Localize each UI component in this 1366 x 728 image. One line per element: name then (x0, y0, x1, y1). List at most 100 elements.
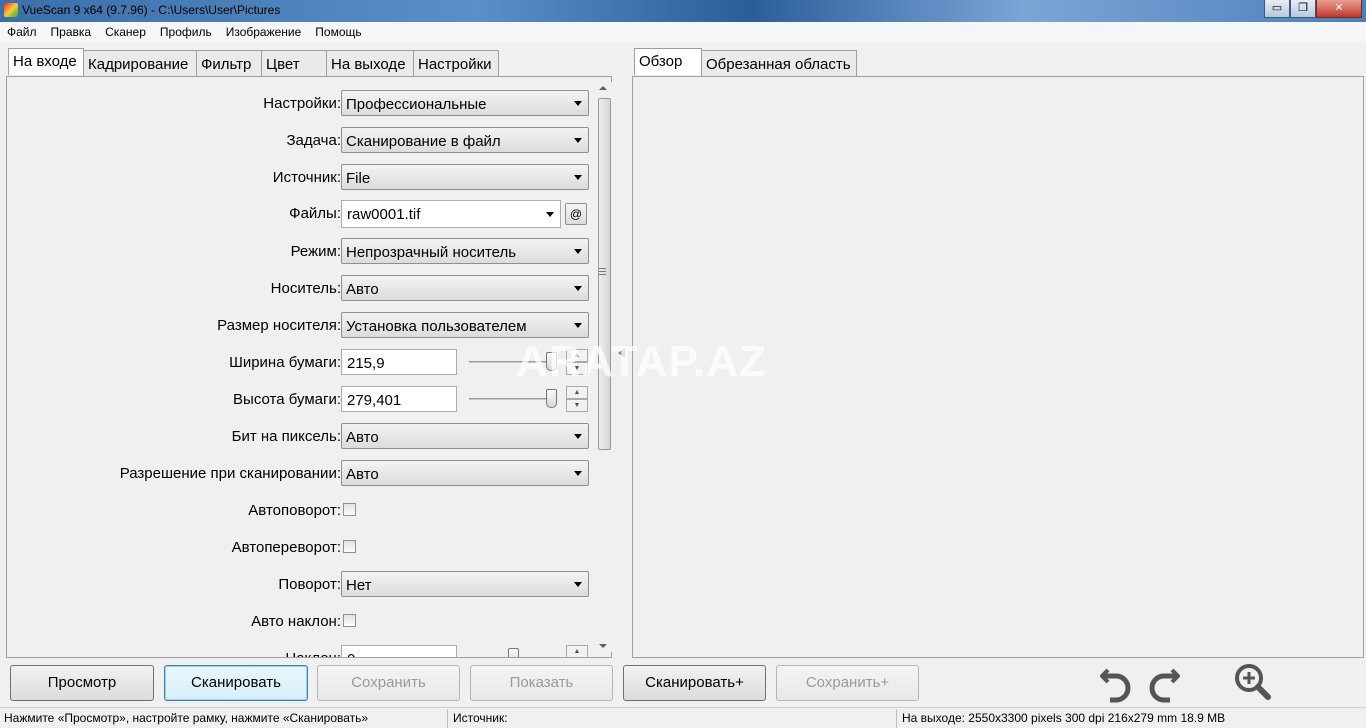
skew-label: Наклон: (285, 650, 341, 657)
slider-track (469, 657, 557, 658)
scan-button[interactable]: Сканировать (164, 665, 308, 701)
status-hint: Нажмите «Просмотр», настройте рамку, наж… (4, 711, 369, 725)
right-tab-bar: Обзор Обрезанная область (634, 48, 857, 76)
rotation-label: Поворот: (278, 576, 341, 593)
rotate-right-icon[interactable] (1142, 660, 1186, 704)
row-files: Файлы: raw0001.tif @ (7, 200, 597, 228)
left-tab-bar: На входе Кадрирование Фильтр Цвет На вых… (8, 48, 499, 76)
menu-file[interactable]: Файл (0, 22, 44, 42)
dropdown-arrow-icon (574, 175, 582, 180)
media-label: Носитель: (270, 280, 341, 297)
settings-select[interactable]: Профессиональные (341, 90, 589, 116)
resolution-select[interactable]: Авто (341, 460, 589, 486)
save-plus-button[interactable]: Сохранить+ (776, 665, 919, 701)
watermark: ARATAP.AZ (516, 337, 767, 386)
dropdown-arrow-icon (574, 138, 582, 143)
tab-prefs[interactable]: Настройки (413, 50, 499, 76)
tab-cropped-area[interactable]: Обрезанная область (701, 50, 857, 76)
media-size-value: Установка пользователем (346, 318, 527, 335)
files-value: raw0001.tif (347, 206, 421, 223)
bits-value: Авто (346, 429, 379, 446)
skew-spinner[interactable]: ▲▼ (566, 645, 588, 657)
paper-width-label: Ширина бумаги: (229, 354, 341, 371)
rotation-select[interactable]: Нет (341, 571, 589, 597)
row-settings: Настройки: Профессиональные (7, 90, 597, 116)
auto-skew-checkbox[interactable] (343, 614, 356, 627)
scroll-up-icon[interactable] (599, 86, 607, 90)
menu-edit[interactable]: Правка (44, 22, 99, 42)
paper-height-field[interactable]: 279,401 (341, 386, 457, 412)
app-icon (4, 3, 18, 17)
row-auto-skew: Авто наклон: (7, 608, 597, 634)
dropdown-arrow-icon (574, 582, 582, 587)
dropdown-arrow-icon (574, 249, 582, 254)
title-bar: VueScan 9 x64 (9.7.96) - C:\Users\User\P… (0, 0, 1366, 22)
status-output: На выходе: 2550x3300 pixels 300 dpi 216x… (902, 711, 1226, 725)
slider-thumb[interactable] (546, 389, 557, 408)
menu-help[interactable]: Помощь (308, 22, 368, 42)
mode-value: Непрозрачный носитель (346, 244, 517, 261)
tab-color[interactable]: Цвет (261, 50, 327, 76)
media-size-select[interactable]: Установка пользователем (341, 312, 589, 338)
source-select[interactable]: File (341, 164, 589, 190)
tab-input[interactable]: На входе (8, 48, 84, 75)
paper-width-field[interactable]: 215,9 (341, 349, 457, 375)
auto-flip-checkbox[interactable] (343, 540, 356, 553)
auto-skew-label: Авто наклон: (251, 613, 341, 630)
scan-plus-button[interactable]: Сканировать+ (623, 665, 766, 701)
skew-slider[interactable] (469, 645, 557, 658)
source-value: File (346, 170, 371, 187)
tab-preview[interactable]: Обзор (634, 48, 702, 75)
row-auto-flip: Автопереворот: (7, 534, 597, 560)
menu-image[interactable]: Изображение (219, 22, 309, 42)
paper-height-slider[interactable] (469, 386, 557, 412)
tab-crop[interactable]: Кадрирование (83, 50, 197, 76)
menu-scanner[interactable]: Сканер (98, 22, 153, 42)
dropdown-arrow-icon (546, 212, 554, 217)
window-controls: ▭ ❐ ✕ (1264, 0, 1362, 18)
mode-label: Режим: (290, 243, 341, 260)
files-at-button[interactable]: @ (565, 203, 587, 225)
media-size-label: Размер носителя: (217, 317, 341, 334)
scroll-grip-icon (599, 268, 606, 275)
row-mode: Режим: Непрозрачный носитель (7, 238, 597, 264)
row-media-size: Размер носителя: Установка пользователем (7, 312, 597, 338)
status-bar: Нажмите «Просмотр», настройте рамку, наж… (0, 707, 1366, 728)
row-bits: Бит на пиксель: Авто (7, 423, 597, 449)
row-rotation: Поворот: Нет (7, 571, 597, 597)
scroll-down-icon[interactable] (599, 644, 607, 648)
mode-select[interactable]: Непрозрачный носитель (341, 238, 589, 264)
minimize-button[interactable]: ▭ (1264, 0, 1290, 18)
auto-rotate-checkbox[interactable] (343, 503, 356, 516)
maximize-button[interactable]: ❐ (1290, 0, 1316, 18)
task-select[interactable]: Сканирование в файл (341, 127, 589, 153)
preview-button[interactable]: Просмотр (10, 665, 154, 701)
paper-height-label: Высота бумаги: (233, 391, 341, 408)
tab-filter[interactable]: Фильтр (196, 50, 262, 76)
show-button[interactable]: Показать (470, 665, 613, 701)
task-label: Задача: (286, 132, 342, 149)
menu-profile[interactable]: Профиль (153, 22, 219, 42)
zoom-in-icon[interactable] (1230, 660, 1274, 704)
spin-up-icon[interactable]: ▲ (566, 645, 588, 657)
auto-flip-label: Автопереворот: (231, 539, 341, 556)
menu-bar: Файл Правка Сканер Профиль Изображение П… (0, 22, 1366, 42)
files-combo[interactable]: raw0001.tif (341, 200, 561, 228)
media-select[interactable]: Авто (341, 275, 589, 301)
tab-output[interactable]: На выходе (326, 50, 414, 76)
paper-height-spinner[interactable]: ▲ ▼ (566, 386, 588, 412)
dropdown-arrow-icon (574, 286, 582, 291)
status-separator (447, 709, 448, 728)
bits-select[interactable]: Авто (341, 423, 589, 449)
row-resolution: Разрешение при сканировании: Авто (7, 460, 597, 486)
rotate-left-icon[interactable] (1094, 660, 1138, 704)
spin-up-icon[interactable]: ▲ (566, 386, 588, 399)
save-button[interactable]: Сохранить (317, 665, 460, 701)
status-separator (896, 709, 897, 728)
slider-thumb[interactable] (508, 648, 519, 657)
spin-down-icon[interactable]: ▼ (566, 399, 588, 412)
skew-field[interactable]: 0 (341, 645, 457, 657)
row-auto-rotate: Автоповорот: (7, 497, 597, 523)
window-title: VueScan 9 x64 (9.7.96) - C:\Users\User\P… (22, 3, 281, 17)
close-button[interactable]: ✕ (1316, 0, 1362, 18)
